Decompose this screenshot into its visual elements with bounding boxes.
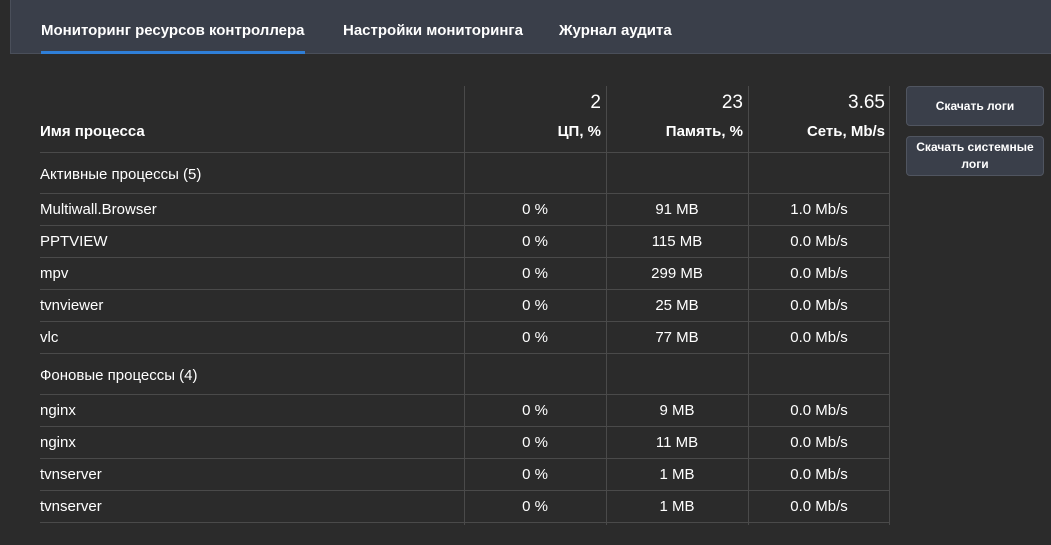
table-row[interactable]: tvnviewer 0 % 25 MB 0.0 Mb/s [40,290,890,322]
table-row[interactable]: Multiwall.Browser 0 % 91 MB 1.0 Mb/s [40,194,890,226]
network-value: 0.0 Mb/s [790,402,848,419]
table-row[interactable]: mpv 0 % 299 MB 0.0 Mb/s [40,258,890,290]
header-process-name[interactable]: Имя процесса [40,123,145,140]
header-network[interactable]: 3.65 Сеть, Mb/s [748,86,885,152]
header-memory[interactable]: 23 Память, % [606,86,743,152]
process-name: tvnviewer [40,297,104,314]
group-title: Активные процессы (5) [40,166,202,183]
memory-value: 11 MB [655,434,699,451]
network-value: 0.0 Mb/s [790,466,848,483]
table-row[interactable]: nginx 0 % 11 MB 0.0 Mb/s [40,427,890,459]
network-label: Сеть, Mb/s [806,123,885,140]
cpu-value: 0 % [522,329,548,346]
memory-value: 77 MB [655,329,699,346]
memory-label: Память, % [665,123,743,140]
memory-total: 23 [721,92,743,113]
network-value: 0.0 Mb/s [790,434,848,451]
memory-value: 91 MB [655,201,699,218]
table-row[interactable]: PPTVIEW 0 % 115 MB 0.0 Mb/s [40,226,890,258]
process-name: PPTVIEW [40,233,108,250]
download-system-logs-button[interactable]: Скачать системные логи [906,136,1044,176]
memory-value: 299 MB [651,265,703,282]
network-value: 1.0 Mb/s [790,201,848,218]
table-row[interactable]: vlc 0 % 77 MB 0.0 Mb/s [40,322,890,354]
download-logs-button[interactable]: Скачать логи [906,86,1044,126]
tab-audit-log[interactable]: Журнал аудита [559,22,672,39]
process-name: mpv [40,265,69,282]
process-name: nginx [40,402,76,419]
table-row[interactable]: tvnserver 0 % 1 MB 0.0 Mb/s [40,491,890,523]
monitoring-window: Мониторинг ресурсов контроллера Настройк… [0,0,1051,545]
cpu-value: 0 % [522,402,548,419]
process-name: nginx [40,434,76,451]
cpu-total: 2 [590,92,601,113]
table-row[interactable]: tvnserver 0 % 1 MB 0.0 Mb/s [40,459,890,491]
cpu-value: 0 % [522,297,548,314]
table-header: Имя процесса 2 ЦП, % 23 Память, % 3.65 С… [40,86,890,153]
cpu-value: 0 % [522,233,548,250]
network-value: 0.0 Mb/s [790,233,848,250]
header-cpu[interactable]: 2 ЦП, % [464,86,601,152]
process-name: tvnserver [40,498,102,515]
tab-bar: Мониторинг ресурсов контроллера Настройк… [10,0,1051,54]
memory-value: 25 MB [655,297,699,314]
table-row[interactable]: nginx 0 % 9 MB 0.0 Mb/s [40,395,890,427]
memory-value: 1 MB [659,498,695,515]
tab-resource-monitoring[interactable]: Мониторинг ресурсов контроллера [41,22,305,54]
group-title: Фоновые процессы (4) [40,367,198,384]
network-value: 0.0 Mb/s [790,498,848,515]
cpu-value: 0 % [522,498,548,515]
cpu-value: 0 % [522,201,548,218]
process-name: Multiwall.Browser [40,201,157,218]
tab-monitoring-settings[interactable]: Настройки мониторинга [343,22,523,39]
cpu-value: 0 % [522,466,548,483]
process-name: vlc [40,329,59,346]
cpu-value: 0 % [522,434,548,451]
memory-value: 115 MB [651,233,703,250]
network-value: 0.0 Mb/s [790,297,848,314]
network-value: 0.0 Mb/s [790,329,848,346]
memory-value: 9 MB [659,402,695,419]
group-header-active[interactable]: Активные процессы (5) [40,153,890,194]
group-header-background[interactable]: Фоновые процессы (4) [40,354,890,395]
process-name: tvnserver [40,466,102,483]
network-value: 0.0 Mb/s [790,265,848,282]
memory-value: 1 MB [659,466,695,483]
process-table: Имя процесса 2 ЦП, % 23 Память, % 3.65 С… [40,86,890,525]
network-total: 3.65 [848,92,885,113]
cpu-label: ЦП, % [557,123,601,140]
cpu-value: 0 % [522,265,548,282]
left-rail [0,0,10,545]
